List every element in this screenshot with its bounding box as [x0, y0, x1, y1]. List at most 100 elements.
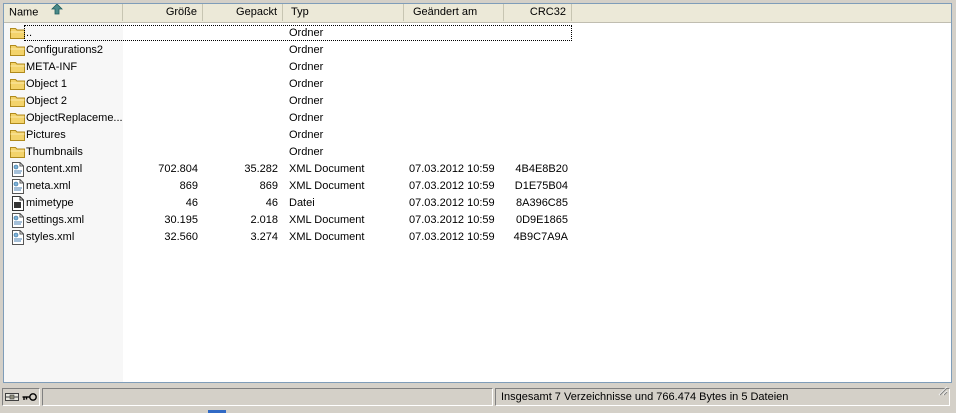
file-size	[123, 76, 198, 93]
file-modified	[409, 59, 504, 76]
status-summary-panel: Insgesamt 7 Verzeichnisse und 766.474 By…	[495, 385, 950, 406]
folder-icon	[10, 94, 26, 108]
file-modified: 07.03.2012 10:59	[409, 214, 495, 226]
file-size	[123, 25, 198, 42]
folder-icon	[10, 111, 26, 125]
file-crc	[504, 144, 568, 161]
file-name: ObjectReplaceme...	[26, 112, 123, 124]
file-size	[123, 110, 198, 127]
file-row[interactable]: .. Ordner	[4, 25, 572, 42]
file-row[interactable]: Pictures Ordner	[4, 127, 572, 144]
file-row[interactable]: Thumbnails Ordner	[4, 144, 572, 161]
column-header-modified[interactable]: Geändert am	[404, 4, 504, 21]
status-icons-panel	[2, 388, 40, 406]
file-name-cell: Object 2	[8, 93, 123, 110]
file-row[interactable]: mimetype 46 46 Datei 07.03.2012 10:59 8A396C8…	[4, 195, 572, 212]
archive-icon	[5, 391, 19, 406]
file-name-cell: settings.xml	[8, 212, 123, 229]
file-type: XML Document	[289, 214, 365, 226]
file-type: Ordner	[289, 95, 324, 107]
file-crc	[504, 76, 568, 93]
file-crc	[504, 93, 568, 110]
column-header-crc[interactable]: CRC32	[504, 4, 572, 21]
file-packed-size	[203, 59, 278, 76]
file-crc: 4B9C7A9A	[513, 231, 568, 243]
file-type: Ordner	[289, 112, 324, 124]
resize-grip-icon[interactable]	[937, 385, 948, 401]
file-crc	[504, 59, 568, 76]
file-crc	[504, 127, 568, 144]
file-modified	[409, 25, 504, 42]
file-name: meta.xml	[26, 180, 71, 192]
file-row[interactable]: Object 1 Ordner	[4, 76, 572, 93]
file-name: content.xml	[26, 163, 83, 175]
file-modified: 07.03.2012 10:59	[409, 180, 495, 192]
file-packed-size: 46	[265, 197, 278, 209]
column-header-packed-label: Gepackt	[236, 6, 277, 18]
file-name: Thumbnails	[26, 146, 83, 158]
generic-file-icon	[10, 196, 26, 211]
xml-file-icon	[10, 162, 26, 177]
column-header-type-label: Typ	[291, 6, 309, 18]
xml-file-icon	[10, 179, 26, 194]
column-header-packed[interactable]: Gepackt	[203, 4, 283, 21]
file-crc: 4B4E8B20	[515, 163, 568, 175]
file-size: 30.195	[164, 214, 198, 226]
file-size: 46	[185, 197, 198, 209]
file-name: styles.xml	[26, 231, 75, 243]
file-type: Ordner	[289, 44, 324, 56]
file-packed-size	[203, 127, 278, 144]
file-type: Ordner	[289, 27, 324, 39]
column-header-name[interactable]: Name	[4, 4, 123, 21]
file-type: XML Document	[289, 180, 365, 192]
key-icon	[22, 392, 37, 405]
file-name: META-INF	[26, 61, 78, 73]
column-header-size[interactable]: Größe	[123, 4, 203, 21]
file-size	[123, 127, 198, 144]
file-modified: 07.03.2012 10:59	[409, 197, 495, 209]
folder-up-icon	[10, 26, 26, 40]
file-crc	[504, 110, 568, 127]
file-row[interactable]: content.xml 702.804 35.282 XML Document 07.0…	[4, 161, 572, 178]
file-packed-size	[203, 25, 278, 42]
file-name-cell: Configurations2	[8, 42, 123, 59]
file-row[interactable]: settings.xml 30.195 2.018 XML Document 07.03…	[4, 212, 572, 229]
file-name-cell: mimetype	[8, 195, 123, 212]
file-modified: 07.03.2012 10:59	[409, 231, 495, 243]
file-name-cell: styles.xml	[8, 229, 123, 246]
column-header-bar: Name Größe Gepackt Typ Geändert am CRC32	[4, 4, 951, 23]
folder-icon	[10, 128, 26, 142]
file-size	[123, 144, 198, 161]
file-size	[123, 59, 198, 76]
file-row[interactable]: META-INF Ordner	[4, 59, 572, 76]
file-name: settings.xml	[26, 214, 85, 226]
file-name-cell: ObjectReplaceme...	[8, 110, 123, 127]
xml-file-icon	[10, 230, 26, 245]
column-header-type[interactable]: Typ	[283, 4, 404, 21]
file-name: Configurations2	[26, 44, 104, 56]
file-name-cell: content.xml	[8, 161, 123, 178]
file-type: Datei	[289, 197, 315, 209]
column-header-name-label: Name	[9, 6, 39, 19]
file-row[interactable]: Configurations2 Ordner	[4, 42, 572, 59]
file-type: XML Document	[289, 163, 365, 175]
file-packed-size: 35.282	[244, 163, 278, 175]
file-row[interactable]: meta.xml 869 869 XML Document 07.03.2012 10:…	[4, 178, 572, 195]
folder-icon	[10, 60, 26, 74]
file-size: 869	[179, 180, 198, 192]
file-crc	[504, 42, 568, 59]
file-row[interactable]: ObjectReplaceme... Ordner	[4, 110, 572, 127]
file-crc: 0D9E1865	[516, 214, 568, 226]
file-name-cell: meta.xml	[8, 178, 123, 195]
file-list-view[interactable]: Name Größe Gepackt Typ Geändert am CRC32…	[3, 3, 952, 383]
file-name: Pictures	[26, 129, 66, 141]
file-type: Ordner	[289, 61, 324, 73]
file-type: Ordner	[289, 146, 324, 158]
file-row[interactable]: Object 2 Ordner	[4, 93, 572, 110]
file-row[interactable]: styles.xml 32.560 3.274 XML Document 07.03.2…	[4, 229, 572, 246]
file-packed-size	[203, 144, 278, 161]
file-size	[123, 42, 198, 59]
file-name-cell: ..	[8, 25, 123, 42]
file-name-cell: Thumbnails	[8, 144, 123, 161]
file-packed-size	[203, 42, 278, 59]
